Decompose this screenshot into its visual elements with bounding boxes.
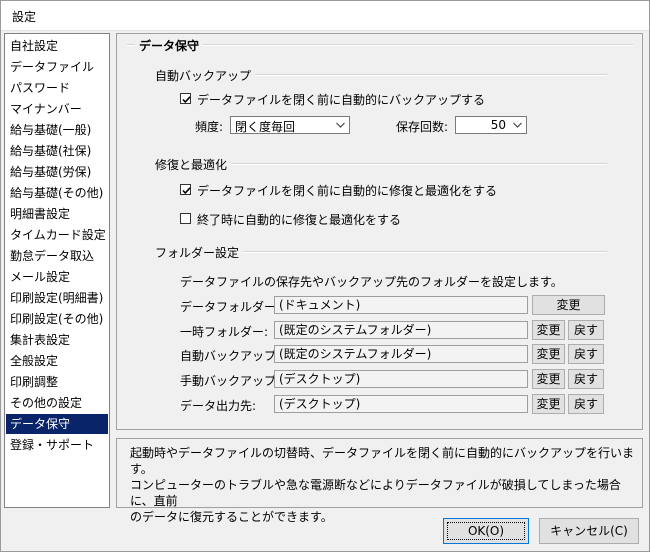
sidebar-item-attendance-import[interactable]: 勤怠データ取込 xyxy=(6,246,108,266)
data-folder-label: データフォルダー: xyxy=(180,300,281,314)
save-count-value: 50 xyxy=(490,118,506,132)
frequency-label: 頻度: xyxy=(195,120,224,134)
cancel-label: キャンセル(C) xyxy=(550,524,628,538)
save-count-select[interactable]: 50 xyxy=(455,116,527,134)
auto-backup-folder-label: 自動バックアップ: xyxy=(180,349,281,363)
repair-on-exit-checkbox[interactable] xyxy=(180,213,191,224)
auto-backup-label[interactable]: データファイルを閉く前に自動的にバックアップする xyxy=(197,91,485,108)
sidebar-item-mail[interactable]: メール設定 xyxy=(6,267,108,287)
help-line: 起動時やデータファイルの切替時、データファイルを閉く前に自動的にバックアップを行… xyxy=(130,446,635,476)
repair-before-close-label[interactable]: データファイルを閉く前に自動的に修復と最適化をする xyxy=(197,182,497,199)
auto-backup-heading: 自動バックアップ xyxy=(155,67,256,84)
auto-backup-folder-change-button[interactable]: 変更 xyxy=(532,344,565,364)
settings-category-list[interactable]: 自社設定 データファイル パスワード マイナンバー 給与基礎(一般) 給与基礎(… xyxy=(4,33,110,508)
sidebar-item-timecard[interactable]: タイムカード設定 xyxy=(6,225,108,245)
ok-button[interactable]: OK(O) xyxy=(443,518,529,544)
temp-folder-label: 一時フォルダー: xyxy=(180,325,269,339)
temp-folder-reset-button[interactable]: 戻す xyxy=(568,320,604,340)
chevron-down-icon xyxy=(513,122,522,128)
auto-backup-folder-path: (既定のシステムフォルダー) xyxy=(274,345,528,363)
focus-rect xyxy=(447,522,525,540)
chevron-down-icon xyxy=(336,122,345,128)
data-folder-path: (ドキュメント) xyxy=(274,296,528,314)
sidebar-item-salary-social[interactable]: 給与基礎(社保) xyxy=(6,141,108,161)
checkmark-icon xyxy=(182,187,191,195)
sidebar-item-salary-general[interactable]: 給与基礎(一般) xyxy=(6,120,108,140)
sidebar-item-company[interactable]: 自社設定 xyxy=(6,36,108,56)
sidebar-item-statement[interactable]: 明細書設定 xyxy=(6,204,108,224)
repair-heading: 修復と最適化 xyxy=(155,156,232,173)
help-line: コンピューターのトラブルや急な電源断などによりデータファイルが破損してしまった場… xyxy=(130,478,621,508)
sidebar-item-other[interactable]: その他の設定 xyxy=(6,393,108,413)
sidebar-item-general[interactable]: 全般設定 xyxy=(6,351,108,371)
temp-folder-change-button[interactable]: 変更 xyxy=(532,320,565,340)
sidebar-item-password[interactable]: パスワード xyxy=(6,78,108,98)
sidebar-item-data-maintenance[interactable]: データ保守 xyxy=(6,414,108,434)
sidebar-item-my-number[interactable]: マイナンバー xyxy=(6,99,108,119)
window-title: 設定 xyxy=(12,10,37,24)
temp-folder-path: (既定のシステムフォルダー) xyxy=(274,321,528,339)
sidebar-item-print-adjust[interactable]: 印刷調整 xyxy=(6,372,108,392)
sidebar-item-data-file[interactable]: データファイル xyxy=(6,57,108,77)
repair-before-close-checkbox[interactable] xyxy=(180,184,191,195)
sidebar-item-registration[interactable]: 登録・サポート xyxy=(6,435,108,455)
manual-backup-folder-change-button[interactable]: 変更 xyxy=(532,369,565,389)
folders-heading: フォルダー設定 xyxy=(155,244,244,261)
export-folder-label: データ出力先: xyxy=(180,399,257,413)
sidebar-item-print-statement[interactable]: 印刷設定(明細書) xyxy=(6,288,108,308)
export-folder-change-button[interactable]: 変更 xyxy=(532,394,565,414)
manual-backup-folder-path: (デスクトップ) xyxy=(274,370,528,388)
auto-backup-folder-reset-button[interactable]: 戻す xyxy=(568,344,604,364)
panel-title: データ保守 xyxy=(135,37,204,54)
sidebar-item-summary[interactable]: 集計表設定 xyxy=(6,330,108,350)
cancel-button[interactable]: キャンセル(C) xyxy=(539,518,639,544)
checkmark-icon xyxy=(182,96,191,104)
sidebar-item-print-other[interactable]: 印刷設定(その他) xyxy=(6,309,108,329)
export-folder-path: (デスクトップ) xyxy=(274,395,528,413)
title-bar: 設定 xyxy=(0,0,650,31)
manual-backup-folder-label: 手動バックアップ: xyxy=(180,374,281,388)
sidebar-item-salary-labor[interactable]: 給与基礎(労保) xyxy=(6,162,108,182)
data-folder-change-button[interactable]: 変更 xyxy=(532,295,605,315)
manual-backup-folder-reset-button[interactable]: 戻す xyxy=(568,369,604,389)
data-maintenance-panel: データ保守 自動バックアップ データファイルを閉く前に自動的にバックアップする … xyxy=(116,33,643,430)
help-description: 起動時やデータファイルの切替時、データファイルを閉く前に自動的にバックアップを行… xyxy=(116,438,643,524)
folders-description: データファイルの保存先やバックアップ先のフォルダーを設定します。 xyxy=(180,275,563,289)
frequency-select[interactable]: 閉く度毎回 xyxy=(230,116,350,134)
export-folder-reset-button[interactable]: 戻す xyxy=(568,394,604,414)
repair-on-exit-label[interactable]: 終了時に自動的に修復と最適化をする xyxy=(197,211,401,228)
save-count-label: 保存回数: xyxy=(396,120,449,134)
sidebar-item-salary-other[interactable]: 給与基礎(その他) xyxy=(6,183,108,203)
frequency-value: 閉く度毎回 xyxy=(235,120,296,134)
auto-backup-checkbox[interactable] xyxy=(180,93,191,104)
